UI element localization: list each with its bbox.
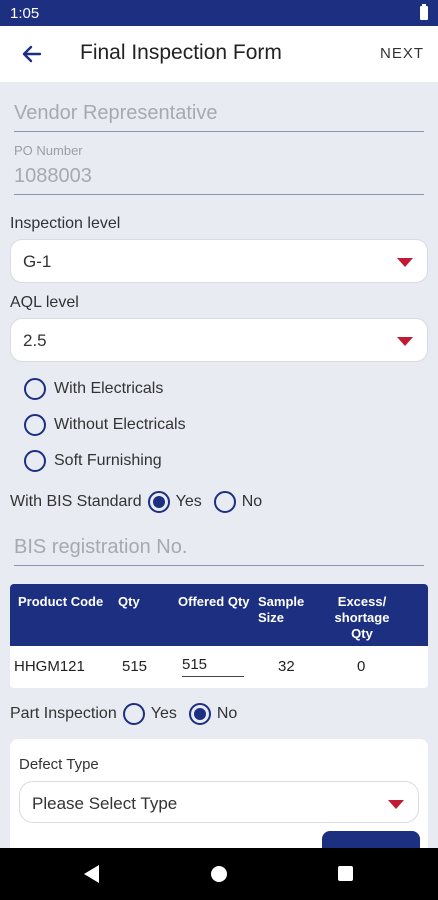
radio-icon[interactable] <box>24 450 46 472</box>
option-with-electricals[interactable]: With Electricals <box>24 377 163 401</box>
option-label: With Electricals <box>54 380 164 397</box>
bis-no-label: No <box>241 493 263 510</box>
part-inspection-yes-radio[interactable] <box>122 703 145 725</box>
option-label: Soft Furnishing <box>54 452 162 469</box>
defect-type-placeholder: Please Select Type <box>32 794 178 813</box>
part-inspection-no-radio[interactable] <box>188 703 211 725</box>
bis-standard-label: With BIS Standard <box>10 493 142 510</box>
option-label: Without Electricals <box>54 416 186 433</box>
bis-yes-radio[interactable] <box>147 491 170 513</box>
battery-icon <box>420 4 428 20</box>
nav-home-icon[interactable] <box>211 866 227 882</box>
bis-registration-field[interactable]: BIS registration No. <box>14 536 424 566</box>
part-inspection-row: Part Inspection Yes No <box>10 702 237 726</box>
back-arrow-icon[interactable] <box>18 40 46 68</box>
cell-excess-shortage: 0 <box>357 658 366 675</box>
option-soft-furnishing[interactable]: Soft Furnishing <box>24 449 162 473</box>
radio-icon[interactable] <box>24 414 46 436</box>
bis-standard-row: With BIS Standard Yes No <box>10 490 262 514</box>
status-time: 1:05 <box>10 5 40 22</box>
aql-level-dropdown[interactable]: 2.5 <box>10 318 428 362</box>
cell-qty: 515 <box>122 658 148 675</box>
nav-recents-icon[interactable] <box>338 866 353 881</box>
bis-no-radio[interactable] <box>213 491 236 513</box>
inspection-level-value: G-1 <box>23 252 52 271</box>
system-nav-bar <box>0 848 438 900</box>
nav-back-icon[interactable] <box>84 865 99 883</box>
po-number-field[interactable]: 1088003 <box>14 165 424 195</box>
part-inspection-label: Part Inspection <box>10 705 117 722</box>
cell-sample-size: 32 <box>278 658 295 675</box>
dropdown-caret-icon <box>397 258 413 267</box>
radio-icon[interactable] <box>24 378 46 400</box>
cell-product-code: HHGM121 <box>14 658 85 675</box>
vendor-representative-placeholder: Vendor Representative <box>14 102 218 124</box>
defect-type-dropdown[interactable]: Please Select Type <box>19 781 419 823</box>
po-number-label: PO Number <box>14 143 83 158</box>
status-bar: 1:05 <box>0 0 438 26</box>
bis-yes-label: Yes <box>175 493 202 510</box>
part-inspection-no-label: No <box>216 705 238 722</box>
dropdown-caret-icon <box>397 337 413 346</box>
app-bar: Final Inspection Form NEXT <box>0 26 438 82</box>
aql-level-label: AQL level <box>10 294 79 311</box>
header-sample-size: Sample Size <box>258 594 305 625</box>
option-without-electricals[interactable]: Without Electricals <box>24 413 186 437</box>
header-offered-qty: Offered Qty <box>178 594 250 609</box>
header-product-code: Product Code <box>18 594 104 609</box>
dropdown-caret-icon <box>388 800 404 809</box>
next-button[interactable]: NEXT <box>380 45 424 62</box>
header-qty: Qty <box>118 594 140 609</box>
bis-registration-placeholder: BIS registration No. <box>14 536 188 558</box>
po-number-value: 1088003 <box>14 165 92 187</box>
table-header: Product Code Qty Offered Qty Sample Size… <box>10 584 428 646</box>
vendor-representative-field[interactable]: Vendor Representative <box>14 102 424 132</box>
defect-card: Defect Type Please Select Type <box>10 739 428 861</box>
inspection-level-label: Inspection level <box>10 215 121 232</box>
part-inspection-yes-label: Yes <box>150 705 177 722</box>
defect-type-label: Defect Type <box>19 756 99 773</box>
aql-level-value: 2.5 <box>23 331 47 350</box>
offered-qty-input[interactable]: 515 <box>182 656 244 677</box>
page-title: Final Inspection Form <box>80 41 282 64</box>
product-table: Product Code Qty Offered Qty Sample Size… <box>10 584 428 688</box>
header-excess-shortage: Excess/ shortage Qty <box>334 594 390 641</box>
inspection-level-dropdown[interactable]: G-1 <box>10 239 428 283</box>
